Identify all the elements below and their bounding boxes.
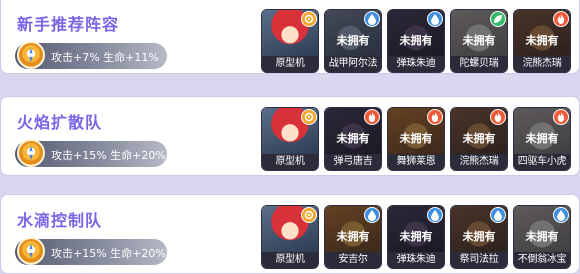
flame-icon <box>553 109 569 125</box>
bonus-text: 攻击+7% 生命+11% <box>51 51 159 64</box>
not-owned-label: 未拥有 <box>462 230 496 243</box>
bonus-bar: 攻击+7% 生命+11% <box>15 41 167 69</box>
hero-name: 浣熊杰瑞 <box>451 154 507 170</box>
hero-name: 弹弓唐吉 <box>325 154 381 170</box>
lineup-title: 新手推荐阵容 <box>17 15 120 34</box>
hero-slot[interactable]: 未拥有 不倒翁冰宝 <box>513 205 571 269</box>
hero-slot[interactable]: 未拥有 安吉尔 <box>324 205 382 269</box>
compass-icon <box>17 41 45 69</box>
hero-slot[interactable]: 未拥有 舞狮莱恩 <box>387 107 445 171</box>
hero-slot[interactable]: 原型机 <box>261 107 319 171</box>
hero-name: 陀螺贝瑞 <box>451 56 507 72</box>
hero-slot[interactable]: 未拥有 陀螺贝瑞 <box>450 9 508 73</box>
hero-slot[interactable]: 未拥有 浣熊杰瑞 <box>450 107 508 171</box>
not-owned-label: 未拥有 <box>336 34 370 47</box>
hero-slot[interactable]: 未拥有 弹珠朱迪 <box>387 9 445 73</box>
water-drop-icon <box>364 11 380 27</box>
not-owned-label: 未拥有 <box>462 34 496 47</box>
hero-slot[interactable]: 原型机 <box>261 205 319 269</box>
flame-icon <box>553 11 569 27</box>
lineup-card[interactable]: 新手推荐阵容 攻击+7% 生命+11% 原型机 未拥有 战甲阿尔法 未拥有 弹珠朱迪 未拥… <box>0 0 580 74</box>
hero-slot[interactable]: 未拥有 四驱车小虎 <box>513 107 571 171</box>
not-owned-label: 未拥有 <box>525 230 559 243</box>
hero-name: 四驱车小虎 <box>514 154 570 170</box>
crosshair-icon <box>301 109 317 125</box>
bonus-bar: 攻击+15% 生命+20% <box>15 139 167 167</box>
crosshair-icon <box>301 207 317 223</box>
leaf-icon <box>490 11 506 27</box>
hero-slot[interactable]: 未拥有 弹珠朱迪 <box>387 205 445 269</box>
hero-name: 弹珠朱迪 <box>388 252 444 268</box>
bonus-text: 攻击+15% 生命+20% <box>51 247 166 260</box>
flame-icon <box>364 109 380 125</box>
hero-slot[interactable]: 原型机 <box>261 9 319 73</box>
hero-name: 浣熊杰瑞 <box>514 56 570 72</box>
lineup-card[interactable]: 水滴控制队 攻击+15% 生命+20% 原型机 未拥有 安吉尔 未拥有 弹珠朱迪 未拥有祭… <box>0 194 580 274</box>
water-drop-icon <box>490 207 506 223</box>
hero-name: 原型机 <box>262 252 318 268</box>
compass-icon <box>17 237 45 265</box>
hero-slot[interactable]: 未拥有 战甲阿尔法 <box>324 9 382 73</box>
hero-name: 原型机 <box>262 56 318 72</box>
water-drop-icon <box>427 207 443 223</box>
not-owned-label: 未拥有 <box>399 34 433 47</box>
hero-slot[interactable]: 未拥有 浣熊杰瑞 <box>513 9 571 73</box>
not-owned-label: 未拥有 <box>525 34 559 47</box>
hero-name: 不倒翁冰宝 <box>514 252 570 268</box>
hero-name: 安吉尔 <box>325 252 381 268</box>
crosshair-icon <box>301 11 317 27</box>
hero-name: 原型机 <box>262 154 318 170</box>
not-owned-label: 未拥有 <box>399 230 433 243</box>
not-owned-label: 未拥有 <box>336 230 370 243</box>
hero-name: 祭司法拉 <box>451 252 507 268</box>
water-drop-icon <box>427 11 443 27</box>
bonus-text: 攻击+15% 生命+20% <box>51 149 166 162</box>
lineup-title: 水滴控制队 <box>17 211 103 230</box>
lineup-title: 火焰扩散队 <box>17 113 103 132</box>
not-owned-label: 未拥有 <box>525 132 559 145</box>
hero-slot[interactable]: 未拥有 祭司法拉 <box>450 205 508 269</box>
water-drop-icon <box>553 207 569 223</box>
flame-icon <box>427 109 443 125</box>
hero-name: 弹珠朱迪 <box>388 56 444 72</box>
hero-name: 战甲阿尔法 <box>325 56 381 72</box>
not-owned-label: 未拥有 <box>399 132 433 145</box>
lineup-card[interactable]: 火焰扩散队 攻击+15% 生命+20% 原型机 未拥有 弹弓唐吉 未拥有 舞狮莱恩 未拥有… <box>0 96 580 176</box>
compass-icon <box>17 139 45 167</box>
hero-name: 舞狮莱恩 <box>388 154 444 170</box>
flame-icon <box>490 109 506 125</box>
water-drop-icon <box>364 207 380 223</box>
bonus-bar: 攻击+15% 生命+20% <box>15 237 167 265</box>
not-owned-label: 未拥有 <box>462 132 496 145</box>
hero-slot[interactable]: 未拥有 弹弓唐吉 <box>324 107 382 171</box>
not-owned-label: 未拥有 <box>336 132 370 145</box>
